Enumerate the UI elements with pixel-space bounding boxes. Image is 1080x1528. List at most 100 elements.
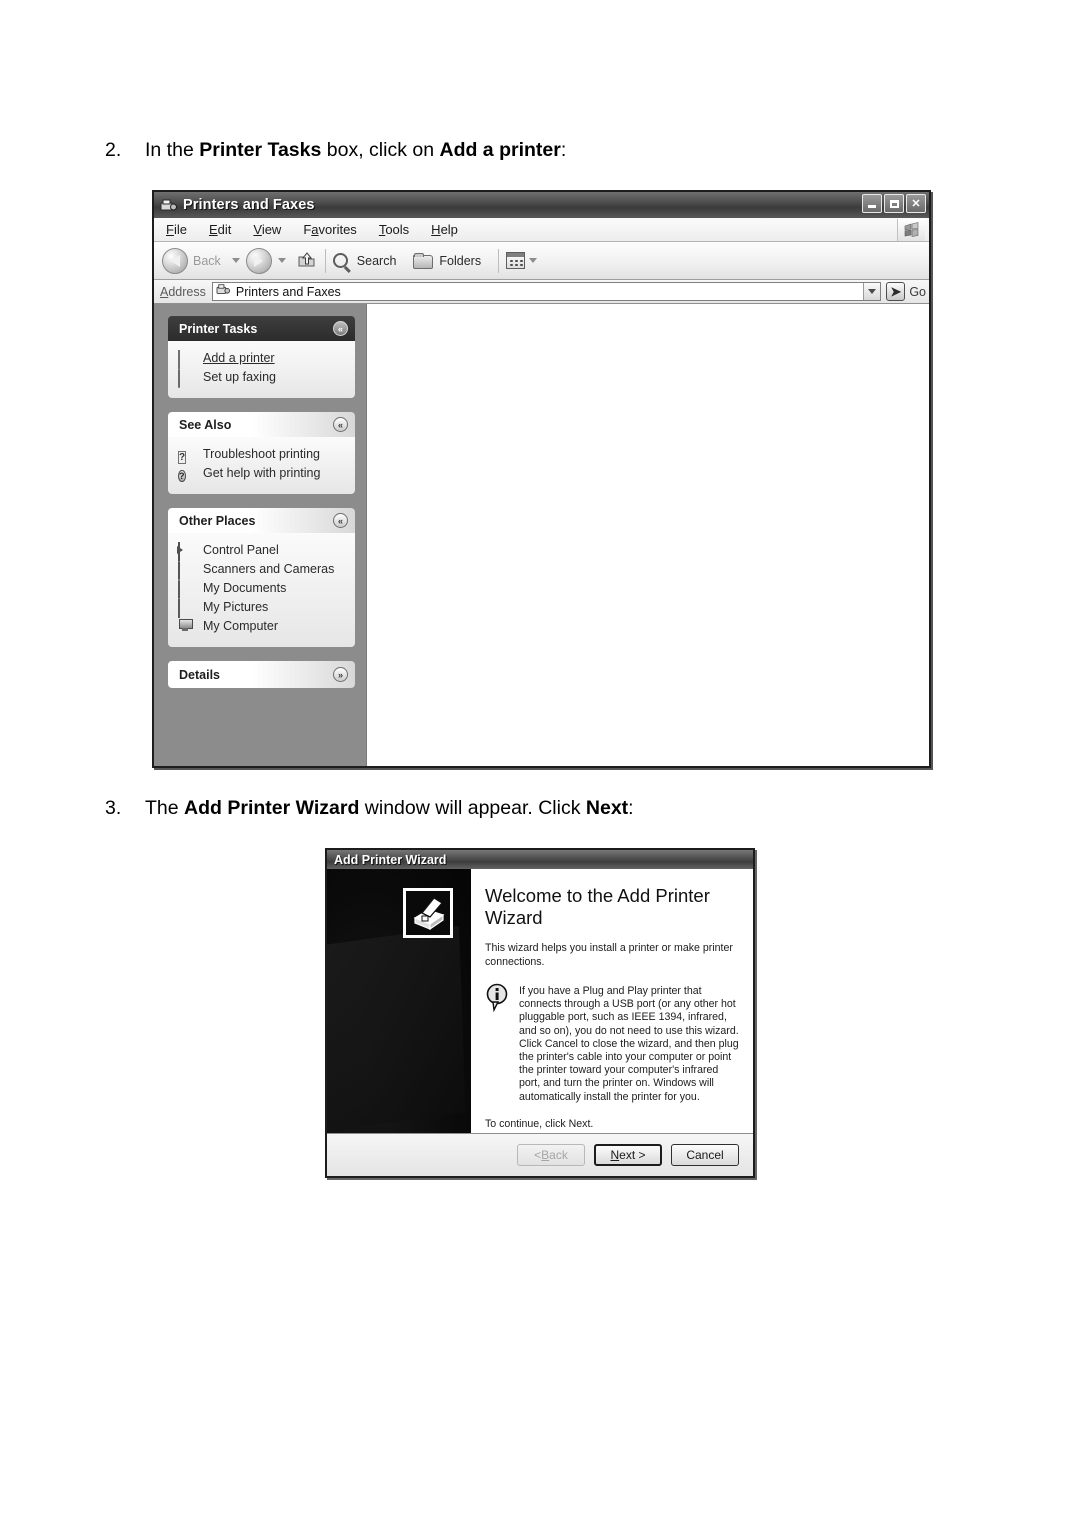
panel-body-printer-tasks: Add a printer Set up faxing <box>168 341 355 398</box>
minimize-button[interactable] <box>862 194 882 213</box>
step-2-number: 2. <box>105 139 122 161</box>
wizard-titlebar[interactable]: Add Printer Wizard <box>327 850 753 869</box>
back-button[interactable]: < Back <box>517 1144 585 1166</box>
scanner-icon <box>178 561 195 580</box>
task-set-up-faxing[interactable]: Set up faxing <box>178 369 349 388</box>
documents-icon <box>178 580 195 599</box>
place-my-pictures[interactable]: My Pictures <box>178 599 349 618</box>
toolbar[interactable]: Back Search Folders <box>154 242 929 280</box>
place-label: My Documents <box>203 581 287 595</box>
panel-body-other-places: Control Panel Scanners and Cameras My Do… <box>168 533 355 647</box>
folders-icon <box>413 253 434 269</box>
add-printer-icon <box>178 350 195 369</box>
menu-bar[interactable]: File Edit View Favorites Tools Help <box>154 218 929 242</box>
task-label: Set up faxing <box>203 370 276 384</box>
search-icon <box>332 253 348 268</box>
back-button[interactable]: Back <box>162 247 226 274</box>
maximize-button[interactable] <box>884 194 904 213</box>
forward-button[interactable] <box>245 247 272 274</box>
panel-title-printer-tasks: Printer Tasks <box>179 321 258 336</box>
search-button[interactable]: Search <box>332 253 402 268</box>
place-label: My Pictures <box>203 600 269 614</box>
printers-list-pane[interactable] <box>366 304 929 766</box>
panel-title-see-also: See Also <box>179 417 232 432</box>
back-history-chevron-down-icon[interactable] <box>231 258 240 263</box>
panel-title-details: Details <box>179 667 220 682</box>
task-add-a-printer[interactable]: Add a printer <box>178 350 349 369</box>
task-label: Add a printer <box>203 351 275 365</box>
back-label: Back <box>193 253 221 268</box>
panel-header-other-places[interactable]: Other Places « <box>168 508 355 533</box>
search-label: Search <box>356 253 397 268</box>
info-icon <box>485 983 511 1013</box>
views-button[interactable] <box>506 252 543 269</box>
control-panel-icon <box>178 542 195 561</box>
chevron-up-icon[interactable]: « <box>333 417 348 432</box>
forward-history-chevron-down-icon[interactable] <box>277 258 286 263</box>
go-button[interactable]: ➤ Go <box>886 282 926 301</box>
place-my-documents[interactable]: My Documents <box>178 580 349 599</box>
next-button[interactable]: Next > <box>594 1144 662 1166</box>
chevron-up-icon[interactable]: « <box>333 321 348 336</box>
address-label: Address <box>160 284 206 299</box>
wizard-intro-text: This wizard helps you install a printer … <box>485 942 733 968</box>
menu-item-edit[interactable]: Edit <box>209 222 231 237</box>
add-printer-wizard-window[interactable]: Add Printer Wizard Welcome to the Add Pr… <box>325 848 755 1178</box>
place-control-panel[interactable]: Control Panel <box>178 542 349 561</box>
menu-item-file[interactable]: File <box>166 222 187 237</box>
panel-details: Details » <box>168 661 355 688</box>
question-icon: ? <box>178 451 187 464</box>
wizard-continue-text: To continue, click Next. <box>485 1117 594 1130</box>
menu-item-help[interactable]: Help <box>431 222 458 237</box>
link-label: Get help with printing <box>203 466 321 480</box>
address-printer-icon <box>216 283 231 301</box>
wizard-heading: Welcome to the Add Printer Wizard <box>485 885 710 928</box>
wizard-title: Add Printer Wizard <box>334 852 447 867</box>
wizard-footer: < Back Next > Cancel <box>327 1133 753 1176</box>
views-chevron-down-icon[interactable] <box>529 258 538 263</box>
up-folder-icon <box>298 251 315 266</box>
printer-icon <box>403 888 453 938</box>
up-button[interactable] <box>296 250 318 272</box>
place-label: Control Panel <box>203 543 279 557</box>
step-2-text: In the Printer Tasks box, click on Add a… <box>145 139 567 161</box>
wizard-banner <box>327 869 471 1133</box>
link-troubleshoot-printing[interactable]: ? Troubleshoot printing <box>178 447 349 464</box>
banner-watermark <box>327 926 466 1133</box>
folders-button[interactable]: Folders <box>413 253 486 269</box>
panel-other-places: Other Places « Control Panel Scanners an… <box>168 508 355 647</box>
step-3-number: 3. <box>105 797 122 819</box>
wizard-note-text: If you have a Plug and Play printer that… <box>519 985 739 1103</box>
menu-item-favorites[interactable]: Favorites <box>303 222 356 237</box>
window-controls[interactable]: ✕ <box>862 194 926 213</box>
windows-flag-icon <box>897 219 925 241</box>
link-get-help-with-printing[interactable]: ? Get help with printing <box>178 466 349 482</box>
cancel-button[interactable]: Cancel <box>671 1144 739 1166</box>
document-page: 2. In the Printer Tasks box, click on Add… <box>0 0 1080 1528</box>
menu-item-view[interactable]: View <box>253 222 281 237</box>
panel-header-details[interactable]: Details » <box>168 661 355 688</box>
pictures-icon <box>178 599 195 618</box>
close-button[interactable]: ✕ <box>906 194 926 213</box>
panel-header-printer-tasks[interactable]: Printer Tasks « <box>168 316 355 341</box>
place-my-computer[interactable]: My Computer <box>178 619 349 634</box>
printers-and-faxes-window[interactable]: Printers and Faxes ✕ File Edit View Favo… <box>152 190 931 768</box>
go-arrow-icon: ➤ <box>886 282 906 301</box>
address-chevron-down-icon[interactable] <box>863 283 881 300</box>
place-scanners-and-cameras[interactable]: Scanners and Cameras <box>178 561 349 580</box>
computer-icon <box>178 619 195 634</box>
chevron-up-icon[interactable]: « <box>333 513 348 528</box>
panel-body-see-also: ? Troubleshoot printing ? Get help with … <box>168 437 355 494</box>
address-input[interactable]: Printers and Faxes <box>211 282 882 301</box>
menu-item-tools[interactable]: Tools <box>379 222 409 237</box>
folders-label: Folders <box>439 253 482 268</box>
window-titlebar[interactable]: Printers and Faxes ✕ <box>154 192 929 218</box>
panel-printer-tasks: Printer Tasks « Add a printer Set up fax… <box>168 316 355 398</box>
panel-see-also: See Also « ? Troubleshoot printing ? Get… <box>168 412 355 494</box>
wizard-main: Welcome to the Add Printer Wizard This w… <box>327 869 753 1133</box>
go-label: Go <box>909 284 926 299</box>
panel-header-see-also[interactable]: See Also « <box>168 412 355 437</box>
address-value: Printers and Faxes <box>235 284 341 299</box>
address-bar[interactable]: Address Printers and Faxes ➤ Go <box>154 280 929 304</box>
chevron-down-icon[interactable]: » <box>333 667 348 682</box>
